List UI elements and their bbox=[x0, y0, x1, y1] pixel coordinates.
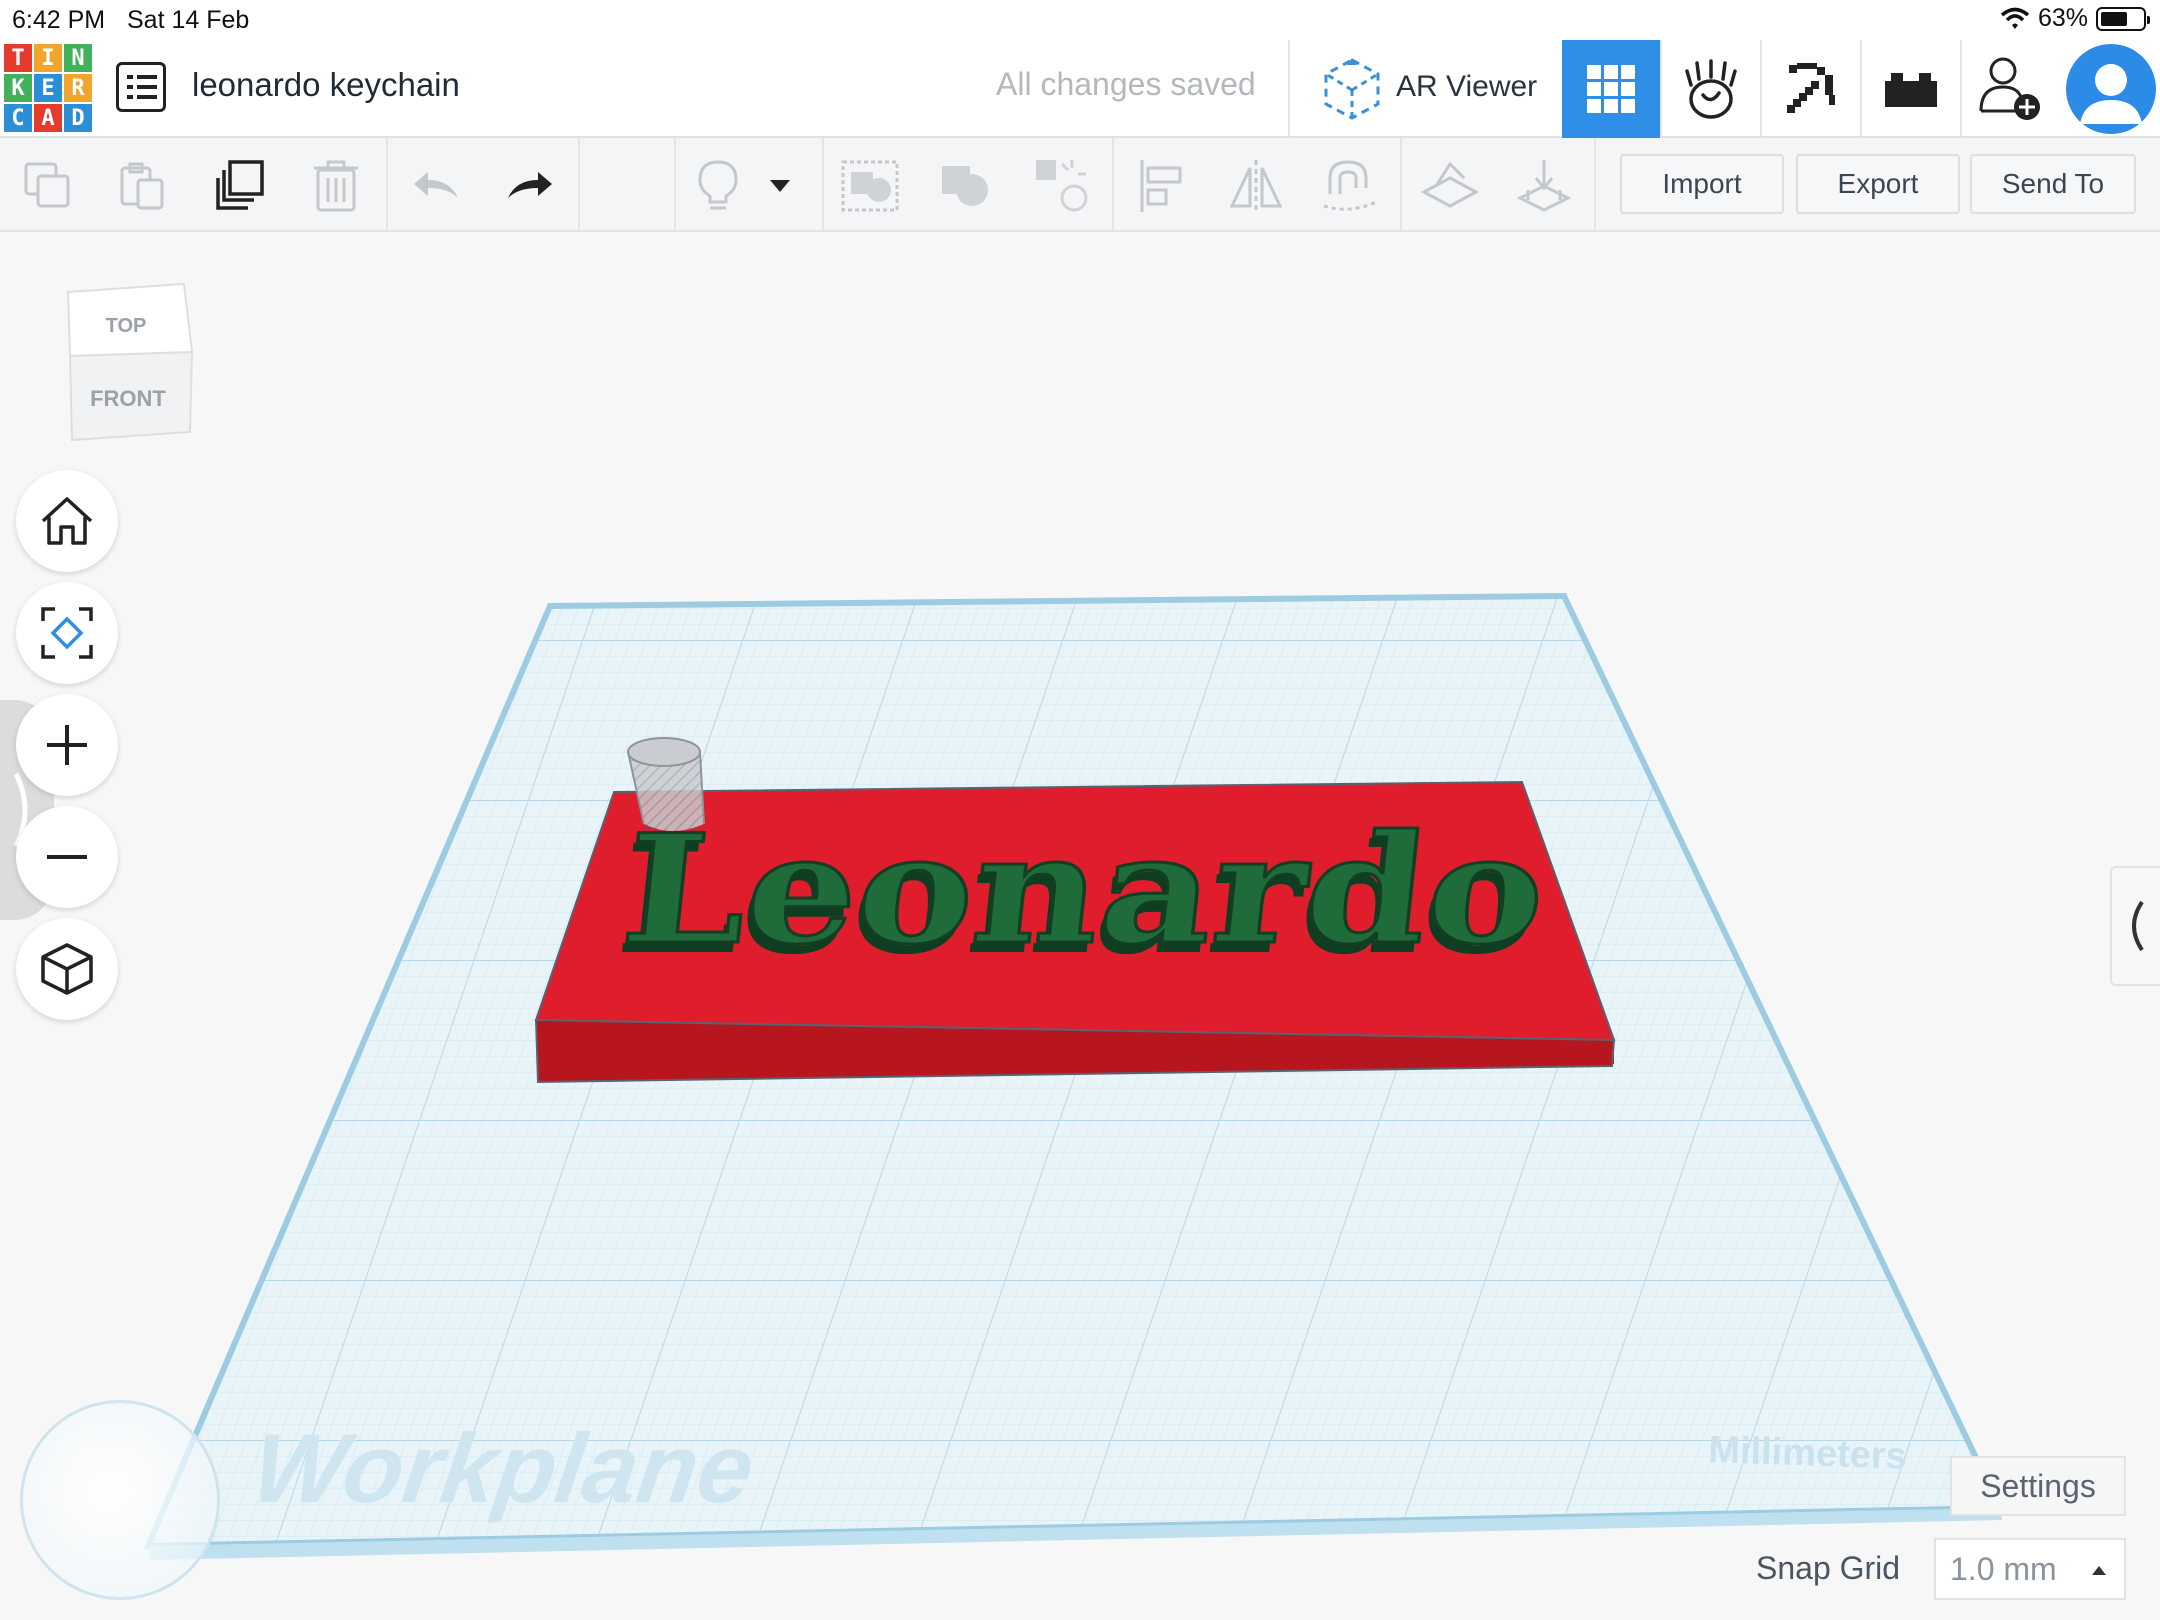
avatar-icon[interactable] bbox=[2066, 44, 2156, 134]
group-icon bbox=[841, 160, 899, 212]
trash-icon bbox=[314, 160, 358, 212]
battery-icon bbox=[2096, 6, 2150, 31]
zoom-in-button[interactable] bbox=[16, 694, 118, 796]
fit-view-button[interactable] bbox=[16, 582, 118, 684]
flip-icon bbox=[1229, 160, 1283, 212]
battery-percent: 63% bbox=[2037, 4, 2088, 32]
save-status: All changes saved bbox=[996, 66, 1256, 102]
align-icon bbox=[1140, 160, 1182, 212]
top-header: T I N K E R C A D leonardo keychain All … bbox=[0, 40, 2160, 138]
delete-button[interactable] bbox=[306, 156, 366, 216]
workplane-scene[interactable]: Workplane Millimeters Leonardo Leonardo bbox=[0, 232, 2160, 1620]
status-time: 6:42 PM bbox=[12, 6, 106, 34]
zoom-out-button[interactable] bbox=[16, 806, 118, 908]
copy-button[interactable] bbox=[18, 156, 78, 216]
ruler-icon bbox=[1516, 160, 1572, 212]
snap-grid-select[interactable]: 1.0 mm bbox=[1934, 1538, 2126, 1600]
notes-dropdown[interactable] bbox=[760, 156, 800, 216]
perspective-icon bbox=[41, 943, 93, 995]
logo-letter: I bbox=[34, 44, 62, 72]
align-button[interactable] bbox=[1132, 156, 1192, 216]
view-cube-front[interactable]: FRONT bbox=[90, 386, 166, 411]
settings-button[interactable]: Settings bbox=[1950, 1456, 2126, 1516]
zoom-out-icon bbox=[47, 855, 87, 859]
workplane-tool-button[interactable] bbox=[1420, 156, 1480, 216]
paste-icon bbox=[120, 162, 164, 210]
wifi-icon bbox=[2000, 7, 2030, 29]
minecraft-view-button[interactable] bbox=[1762, 40, 1860, 138]
text-3d-object[interactable]: Leonardo Leonardo bbox=[610, 801, 1555, 988]
duplicate-icon bbox=[216, 160, 264, 210]
hand-view-icon bbox=[1685, 59, 1737, 119]
brick-icon bbox=[1885, 73, 1937, 107]
zoom-in-icon bbox=[47, 725, 87, 765]
perspective-button[interactable] bbox=[16, 918, 118, 1020]
grid-view-button[interactable] bbox=[1562, 40, 1660, 138]
import-button[interactable]: Import bbox=[1620, 154, 1784, 214]
logo-letter: E bbox=[34, 74, 62, 102]
workplane-tool-icon bbox=[1420, 161, 1480, 208]
chevron-up-icon bbox=[2092, 1566, 2106, 1575]
ungroup-icon bbox=[942, 166, 988, 206]
right-panel-toggle[interactable] bbox=[2110, 866, 2160, 986]
ar-viewer-label: AR Viewer bbox=[1396, 70, 1538, 103]
ungroup-icon bbox=[1036, 160, 1088, 212]
magnet-icon bbox=[1323, 160, 1377, 211]
logo-letter: R bbox=[64, 74, 92, 102]
text-3d-face: Leonardo bbox=[615, 802, 1553, 978]
view-cube[interactable]: TOP FRONT bbox=[60, 282, 196, 442]
sim-lab-button[interactable] bbox=[1662, 40, 1760, 138]
redo-icon bbox=[508, 172, 552, 198]
logo-letter: C bbox=[4, 104, 32, 132]
cruise-button[interactable] bbox=[1320, 156, 1380, 216]
export-button[interactable]: Export bbox=[1796, 154, 1960, 214]
design-list-icon[interactable] bbox=[116, 62, 166, 112]
home-icon bbox=[41, 497, 93, 545]
view-cube-top[interactable]: TOP bbox=[106, 315, 147, 337]
lightbulb-icon bbox=[698, 160, 738, 210]
chevron-left-icon bbox=[2132, 900, 2144, 952]
group-button[interactable] bbox=[840, 156, 900, 216]
logo-letter: D bbox=[64, 104, 92, 132]
notes-button[interactable] bbox=[688, 156, 748, 216]
tinkercad-logo[interactable]: T I N K E R C A D bbox=[4, 44, 92, 132]
snap-grid-label: Snap Grid bbox=[1756, 1550, 1901, 1586]
copy-icon bbox=[24, 162, 70, 208]
brick-view-button[interactable] bbox=[1862, 40, 1960, 138]
status-right: 63% bbox=[2000, 4, 2150, 33]
logo-letter: K bbox=[4, 74, 32, 102]
duplicate-button[interactable] bbox=[210, 156, 270, 216]
ruler-button[interactable] bbox=[1514, 156, 1574, 216]
navigation-joystick[interactable] bbox=[20, 1400, 220, 1600]
status-bar: 6:42 PM Sat 14 Feb 63% bbox=[0, 0, 2160, 40]
send-to-button[interactable]: Send To bbox=[1970, 154, 2136, 214]
ar-viewer-button[interactable]: AR Viewer bbox=[1290, 40, 1560, 138]
dropdown-arrow-icon bbox=[770, 180, 790, 192]
units-label: Millimeters bbox=[1708, 1429, 1908, 1478]
paste-button[interactable] bbox=[112, 156, 172, 216]
flip-button[interactable] bbox=[1226, 156, 1286, 216]
ar-cube-icon bbox=[1324, 58, 1380, 120]
workplane-label: Workplane bbox=[246, 1413, 761, 1522]
grid-view-icon bbox=[1587, 65, 1635, 113]
ungroup-button[interactable] bbox=[1032, 156, 1092, 216]
logo-letter: N bbox=[64, 44, 92, 72]
redo-button[interactable] bbox=[500, 156, 560, 216]
fit-view-icon bbox=[41, 607, 93, 659]
undo-icon bbox=[414, 172, 458, 198]
snap-grid-value: 1.0 mm bbox=[1950, 1550, 2057, 1587]
tinkercad-app: 6:42 PM Sat 14 Feb 63% T I N K E R C A D bbox=[0, 0, 2160, 1620]
add-user-icon bbox=[1979, 57, 2040, 120]
pickaxe-icon bbox=[1787, 63, 1835, 113]
invite-user-button[interactable] bbox=[1962, 40, 2060, 138]
logo-letter: A bbox=[34, 104, 62, 132]
undo-button[interactable] bbox=[406, 156, 466, 216]
design-title[interactable]: leonardo keychain bbox=[192, 66, 460, 104]
merge-button[interactable] bbox=[936, 156, 996, 216]
logo-letter: T bbox=[4, 44, 32, 72]
home-view-button[interactable] bbox=[16, 470, 118, 572]
edit-toolbar: Import Export Send To bbox=[0, 138, 2160, 232]
status-date: Sat 14 Feb bbox=[127, 6, 250, 34]
